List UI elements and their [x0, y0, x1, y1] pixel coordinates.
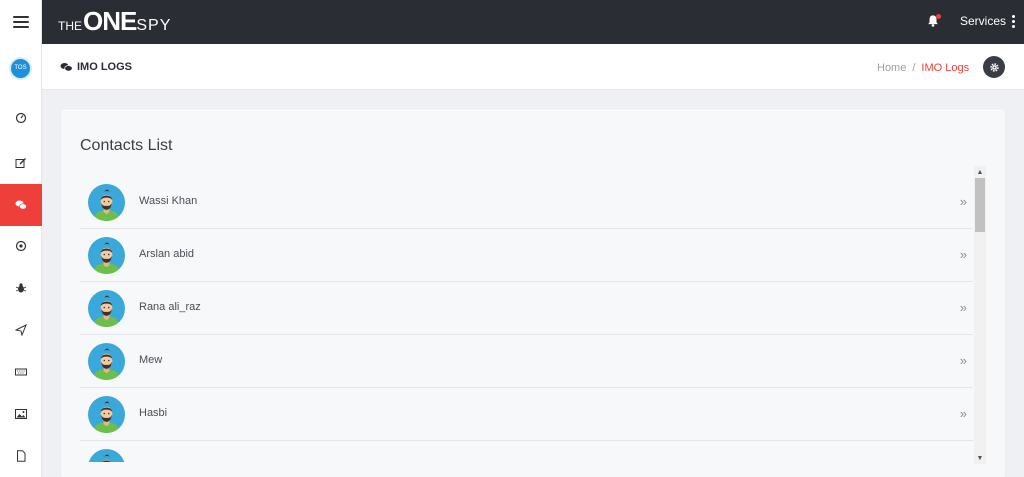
sidebar-item-image[interactable]	[0, 393, 42, 435]
keyboard-icon	[15, 368, 27, 376]
chevron-right-icon: »	[959, 406, 967, 421]
contact-avatar	[88, 237, 125, 274]
chat-icon	[15, 200, 27, 210]
chevron-right-icon: »	[959, 247, 967, 262]
sidebar-item-send[interactable]	[0, 309, 42, 351]
contact-row[interactable]: Arslan abid »	[80, 229, 973, 282]
services-label: Services	[960, 14, 1007, 28]
contact-avatar	[88, 290, 125, 327]
contact-name: Arslan abid	[139, 248, 195, 260]
file-icon	[17, 450, 26, 462]
contacts-card: Contacts List Wassi Khan » Arslan abid »…	[61, 109, 1005, 477]
list-scrollbar[interactable]: ▲ ▼	[974, 166, 986, 464]
dashboard-icon	[15, 112, 27, 124]
image-icon	[15, 409, 27, 419]
kebab-menu-icon	[1012, 14, 1016, 28]
sidebar-item-keyboard[interactable]	[0, 351, 42, 393]
card-title: Contacts List	[80, 137, 173, 154]
contact-row[interactable]: Mew »	[80, 335, 973, 388]
logo-the: THE	[58, 19, 82, 33]
top-navbar: THE ONE SPY Services	[42, 0, 1024, 44]
contact-name: Mew	[139, 354, 163, 366]
page-title-text: IMO LOGS	[77, 61, 132, 73]
breadcrumb-home-link[interactable]: Home	[877, 62, 906, 74]
sidebar: TOS	[0, 0, 42, 477]
contact-row[interactable]: Hasbi »	[80, 388, 973, 441]
chevron-right-icon: »	[959, 194, 967, 209]
contact-name: Wassi Khan	[139, 195, 198, 207]
contact-row[interactable]: »	[80, 441, 973, 462]
sidebar-item-file[interactable]	[0, 435, 42, 477]
user-avatar[interactable]: TOS	[9, 56, 32, 80]
sidebar-header	[0, 0, 41, 44]
breadcrumb-separator: /	[912, 62, 916, 74]
contact-row[interactable]: Rana ali_raz »	[80, 282, 973, 335]
logo-spy: SPY	[136, 17, 172, 34]
page-title: IMO LOGS	[60, 61, 132, 73]
page-header: IMO LOGS Home / IMO Logs	[42, 44, 1024, 90]
contact-name: Rana ali_raz	[139, 301, 201, 313]
sidebar-item-dashboard[interactable]	[0, 97, 42, 139]
sidebar-profile: TOS	[0, 44, 41, 92]
edit-icon	[15, 158, 26, 168]
contacts-list: Wassi Khan » Arslan abid » Rana ali_raz …	[80, 176, 973, 462]
sidebar-item-edit[interactable]	[0, 142, 42, 184]
sidebar-item-chat[interactable]	[0, 184, 42, 226]
theonespy-logo[interactable]: THE ONE SPY	[58, 8, 171, 36]
chat-icon	[60, 63, 73, 72]
bug-icon	[15, 283, 27, 293]
services-menu[interactable]: Services	[960, 14, 1016, 28]
logo-one: ONE	[83, 6, 137, 36]
chevron-right-icon: »	[959, 353, 967, 368]
contact-avatar	[88, 396, 125, 433]
contact-avatar	[88, 184, 125, 221]
sidebar-item-target[interactable]	[0, 225, 42, 267]
scrollbar-thumb[interactable]	[975, 178, 985, 232]
breadcrumb-current: IMO Logs	[921, 62, 970, 74]
notification-dot	[936, 14, 941, 19]
send-icon	[15, 324, 27, 336]
scroll-down-arrow-icon[interactable]: ▼	[974, 452, 986, 464]
notification-bell-icon[interactable]	[926, 14, 942, 30]
contact-avatar	[88, 343, 125, 380]
contact-name: Hasbi	[139, 407, 168, 419]
gear-icon	[989, 62, 999, 72]
contact-avatar	[88, 449, 125, 462]
sidebar-item-bug[interactable]	[0, 267, 42, 309]
target-icon	[15, 240, 27, 252]
scroll-up-arrow-icon[interactable]: ▲	[974, 166, 986, 178]
settings-button[interactable]	[983, 56, 1005, 78]
chevron-right-icon: »	[959, 300, 967, 315]
contact-row[interactable]: Wassi Khan »	[80, 176, 973, 229]
hamburger-menu-icon[interactable]	[12, 16, 29, 28]
breadcrumb: Home / IMO Logs	[877, 62, 969, 74]
chevron-right-icon: »	[960, 459, 967, 462]
